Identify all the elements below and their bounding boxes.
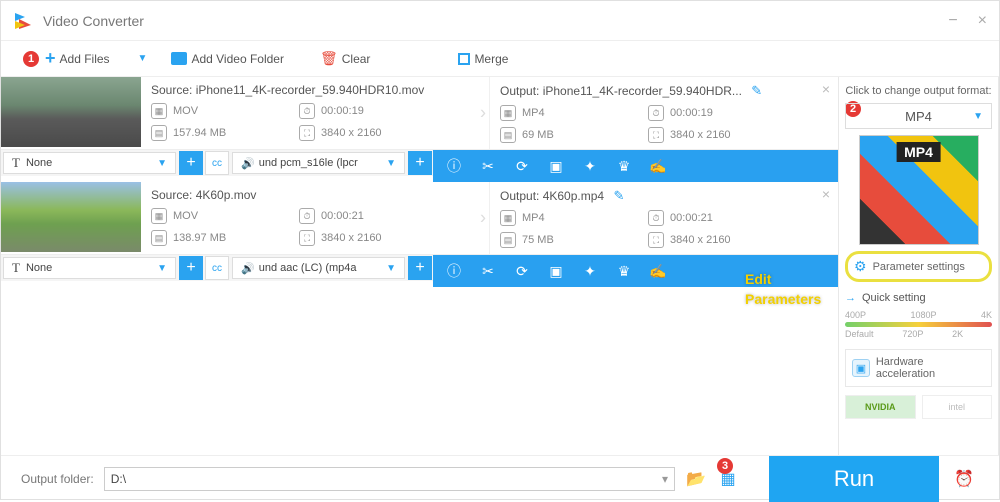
add-folder-button[interactable]: Add Video Folder <box>165 48 290 70</box>
add-audio-button[interactable]: + <box>408 151 432 175</box>
trim-button[interactable]: ✂ <box>473 153 503 179</box>
app-logo <box>13 11 33 31</box>
remove-item-button[interactable]: × <box>822 186 830 202</box>
resolution-icon: ⛶ <box>299 125 315 141</box>
footer: Output folder: D:\ ▾ 📂 ▦ 3 Run ⏰ <box>1 455 999 501</box>
subtitle-edit-button[interactable]: ✍ <box>643 258 673 284</box>
arrow-right-icon: → <box>845 292 856 304</box>
add-files-button[interactable]: + Add Files ▼ <box>39 44 153 73</box>
quick-setting-label: Quick setting <box>862 292 926 304</box>
format-thumbnail[interactable] <box>859 135 979 245</box>
list-item: Source: 4K60p.mov ▦MOV ⏱00:00:21 ▤138.97… <box>1 182 838 255</box>
audio-select[interactable]: 🔊und aac (LC) (mp4a▼ <box>232 257 405 279</box>
storage-icon: ▤ <box>500 127 516 143</box>
video-thumbnail[interactable] <box>1 182 141 252</box>
annotation-text: Parameters <box>745 291 821 307</box>
subtitle-select[interactable]: TNone▼ <box>3 152 176 174</box>
intel-badge: intel <box>922 395 993 419</box>
main-toolbar: 1 + Add Files ▼ Add Video Folder 🗑 Clear… <box>1 41 999 77</box>
merge-icon <box>458 53 470 65</box>
sliders-icon: ⚙ <box>854 258 867 275</box>
effect-button[interactable]: ✦ <box>575 258 605 284</box>
chevron-down-icon[interactable]: ▼ <box>138 53 148 64</box>
callout-badge-3: 3 <box>717 458 733 474</box>
output-panel: › × Output: iPhone11_4K-recorder_59.940H… <box>490 77 838 149</box>
add-subtitle-button[interactable]: + <box>179 256 203 280</box>
quality-slider[interactable]: 400P 1080P 4K Default 720P 2K <box>845 310 992 339</box>
rotate-button[interactable]: ⟳ <box>507 153 537 179</box>
watermark-icon-button[interactable]: ♛ <box>609 153 639 179</box>
nvidia-badge: NVIDIA <box>845 395 916 419</box>
subtitle-edit-button[interactable]: ✍ <box>643 153 673 179</box>
edit-name-button[interactable]: ✎ <box>751 83 762 98</box>
parameter-settings-button[interactable]: ⚙ Parameter settings <box>845 251 992 282</box>
output-sidebar: Click to change output format: 2 MP4 ▼ ⚙… <box>839 77 999 455</box>
crop-button[interactable]: ▣ <box>541 258 571 284</box>
storage-icon: ▤ <box>151 230 167 246</box>
edit-toolbar: ⓘ ✂ ⟳ ▣ ✦ ♛ ✍ <box>433 150 838 182</box>
annotation-text: Edit <box>745 271 771 287</box>
callout-badge-1: 1 <box>23 51 39 67</box>
clock-icon: ⏱ <box>648 105 664 121</box>
minimize-button[interactable]: − <box>948 12 957 30</box>
audio-select[interactable]: 🔊und pcm_s16le (lpcr▼ <box>232 152 405 174</box>
add-audio-button[interactable]: + <box>408 256 432 280</box>
info-button[interactable]: ⓘ <box>439 153 469 179</box>
clock-icon: ⏱ <box>648 210 664 226</box>
clock-icon: ⏱ <box>299 208 315 224</box>
clock-icon: ⏱ <box>299 103 315 119</box>
format-label: Click to change output format: <box>845 85 992 97</box>
arrow-right-icon: › <box>480 208 486 229</box>
run-button[interactable]: Run <box>769 456 939 502</box>
close-button[interactable]: × <box>978 12 987 30</box>
merge-button[interactable]: Merge <box>452 48 514 70</box>
browse-folder-button[interactable]: 📂 <box>685 468 707 490</box>
plus-icon: + <box>45 48 56 69</box>
format-icon: ▦ <box>500 210 516 226</box>
info-button[interactable]: ⓘ <box>439 258 469 284</box>
video-thumbnail[interactable] <box>1 77 141 147</box>
format-icon: ▦ <box>151 208 167 224</box>
resolution-icon: ⛶ <box>648 232 664 248</box>
output-panel: › × Output: 4K60p.mp4 ✎ ▦MP4 ⏱00:00:21 ▤… <box>490 182 838 254</box>
folder-icon <box>171 52 187 65</box>
arrow-right-icon: › <box>480 103 486 124</box>
trim-button[interactable]: ✂ <box>473 258 503 284</box>
add-subtitle-button[interactable]: + <box>179 151 203 175</box>
app-title: Video Converter <box>43 13 144 29</box>
hw-accel-toggle[interactable]: ▣ Hardware acceleration <box>845 349 992 387</box>
output-folder-label: Output folder: <box>21 472 94 486</box>
storage-icon: ▤ <box>500 232 516 248</box>
rotate-button[interactable]: ⟳ <box>507 258 537 284</box>
clear-button[interactable]: 🗑 Clear <box>314 46 376 71</box>
list-item: Source: iPhone11_4K-recorder_59.940HDR10… <box>1 77 838 150</box>
speaker-icon: 🔊 <box>241 262 255 275</box>
source-panel: Source: 4K60p.mov ▦MOV ⏱00:00:21 ▤138.97… <box>141 182 490 254</box>
storage-icon: ▤ <box>151 125 167 141</box>
source-panel: Source: iPhone11_4K-recorder_59.940HDR10… <box>141 77 490 149</box>
resolution-icon: ⛶ <box>299 230 315 246</box>
format-icon: ▦ <box>500 105 516 121</box>
schedule-button[interactable]: ⏰ <box>949 469 979 489</box>
crop-button[interactable]: ▣ <box>541 153 571 179</box>
remove-item-button[interactable]: × <box>822 81 830 97</box>
trash-icon: 🗑 <box>320 50 338 67</box>
chevron-down-icon: ▼ <box>973 111 983 122</box>
edit-name-button[interactable]: ✎ <box>613 188 624 203</box>
edit-toolbar: ⓘ ✂ ⟳ ▣ ✦ ♛ ✍ <box>433 255 838 287</box>
subtitle-select[interactable]: TNone▼ <box>3 257 176 279</box>
titlebar: Video Converter − × <box>1 1 999 41</box>
output-format-select[interactable]: MP4 ▼ <box>845 103 992 129</box>
chip-icon: ▣ <box>852 359 870 377</box>
effect-button[interactable]: ✦ <box>575 153 605 179</box>
output-folder-input[interactable]: D:\ ▾ <box>104 467 675 491</box>
chevron-down-icon: ▾ <box>662 472 668 486</box>
cc-button[interactable]: cc <box>205 151 229 175</box>
cc-button[interactable]: cc <box>205 256 229 280</box>
watermark-icon-button[interactable]: ♛ <box>609 258 639 284</box>
file-list: Source: iPhone11_4K-recorder_59.940HDR10… <box>1 77 839 455</box>
resolution-icon: ⛶ <box>648 127 664 143</box>
speaker-icon: 🔊 <box>241 157 255 170</box>
format-icon: ▦ <box>151 103 167 119</box>
